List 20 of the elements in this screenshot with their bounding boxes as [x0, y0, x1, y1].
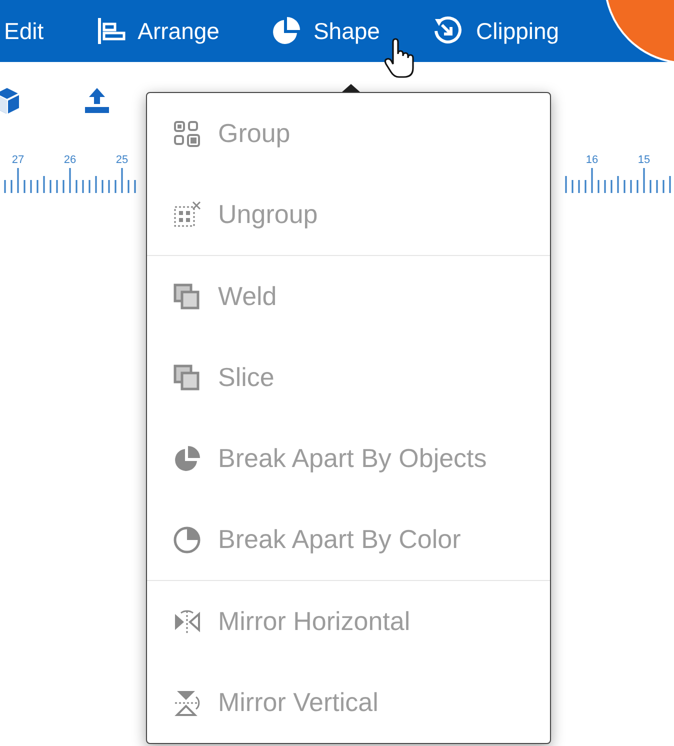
hand-cursor-icon [384, 38, 414, 78]
mirror-horizontal-icon [173, 608, 201, 636]
ruler: 16 15 [560, 150, 674, 195]
ruler: 27 26 25 [0, 150, 140, 195]
overlapping-squares-icon [173, 364, 201, 392]
group-icon [173, 120, 201, 148]
pie-chart-icon [271, 16, 302, 46]
pie-chart-icon [173, 444, 201, 472]
pie-chart-icon [173, 526, 201, 554]
menu-tab[interactable]: Edit [4, 18, 44, 44]
align-left-icon [96, 17, 126, 45]
menu-tab[interactable]: Shape [271, 16, 380, 46]
upload-icon[interactable] [84, 86, 110, 114]
circular-arrow-icon [432, 16, 464, 46]
menu-tab[interactable]: Clipping [432, 16, 560, 46]
overlapping-squares-icon [173, 282, 201, 310]
menu-tab[interactable]: Arrange [96, 17, 220, 45]
mirror-vertical-icon [173, 688, 201, 716]
cube-icon[interactable] [0, 86, 20, 116]
ungroup-icon [173, 200, 201, 228]
